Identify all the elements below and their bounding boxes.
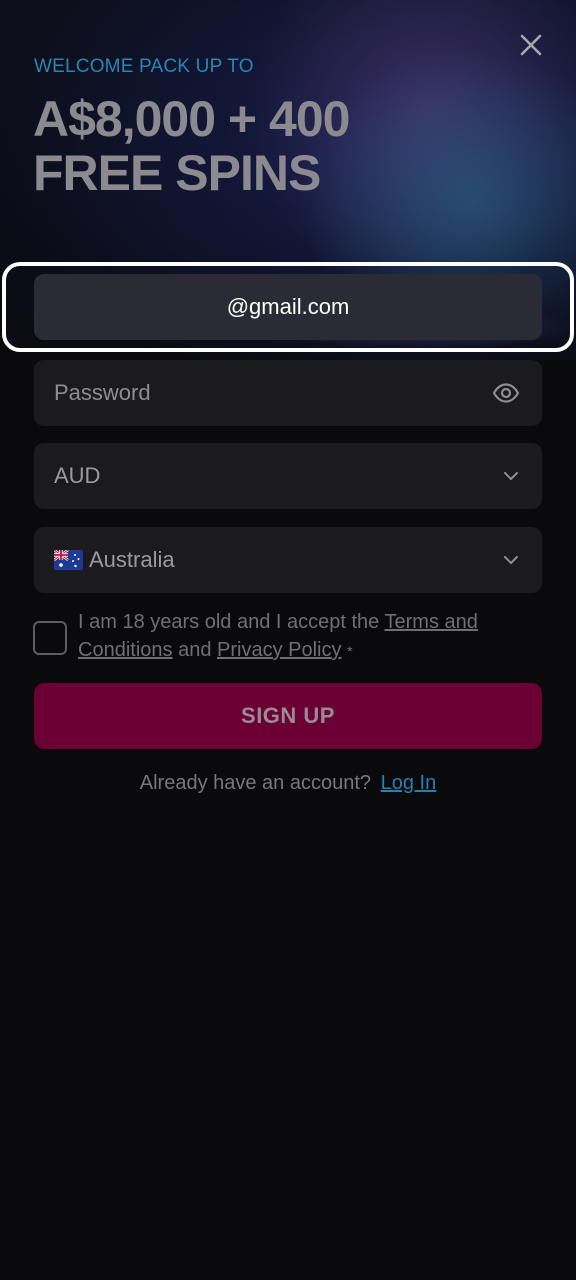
password-field[interactable]: Password bbox=[34, 360, 542, 426]
headline-line-2: FREE SPINS bbox=[33, 145, 321, 201]
login-link[interactable]: Log In bbox=[381, 772, 437, 794]
bonus-headline: A$8,000 + 400 FREE SPINS bbox=[33, 92, 503, 200]
privacy-link[interactable]: Privacy Policy bbox=[217, 639, 341, 661]
currency-value: AUD bbox=[54, 463, 101, 488]
chevron-down-icon bbox=[502, 551, 520, 569]
required-mark: * bbox=[347, 643, 353, 659]
terms-checkbox[interactable] bbox=[33, 621, 67, 655]
password-placeholder: Password bbox=[54, 380, 151, 405]
country-value: Australia bbox=[89, 547, 175, 572]
welcome-label: WELCOME PACK UP TO bbox=[34, 56, 254, 77]
country-select[interactable]: Australia bbox=[34, 527, 542, 593]
australia-flag-icon bbox=[54, 550, 83, 570]
close-button[interactable] bbox=[512, 26, 550, 64]
login-prompt: Already have an account? bbox=[139, 772, 372, 794]
chevron-down-icon bbox=[502, 467, 520, 485]
login-prompt-row: Already have an account? Log In bbox=[0, 772, 576, 795]
signup-button[interactable]: SIGN UP bbox=[34, 683, 542, 749]
eye-icon[interactable] bbox=[492, 383, 520, 403]
terms-and: and bbox=[178, 639, 212, 661]
headline-line-1: A$8,000 + 400 bbox=[33, 91, 350, 147]
email-value: @gmail.com bbox=[226, 294, 350, 319]
terms-text: I am 18 years old and I accept the Terms… bbox=[78, 608, 518, 665]
currency-select[interactable]: AUD bbox=[34, 443, 542, 509]
email-field[interactable]: @gmail.com bbox=[34, 274, 542, 340]
signup-modal: WELCOME PACK UP TO A$8,000 + 400 FREE SP… bbox=[0, 0, 576, 1280]
close-icon bbox=[519, 33, 543, 57]
terms-prefix: I am 18 years old and I accept the bbox=[78, 611, 380, 633]
